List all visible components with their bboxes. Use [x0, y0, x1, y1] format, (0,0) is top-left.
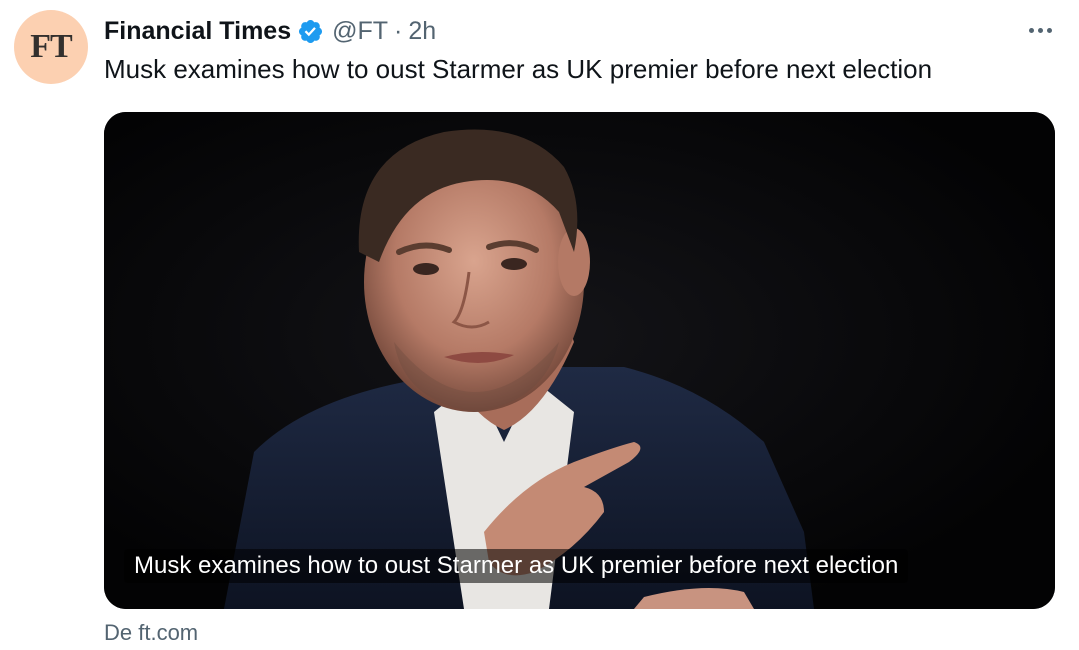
- verified-badge-icon: [299, 19, 323, 43]
- separator-dot: ·: [394, 16, 403, 45]
- account-name[interactable]: Financial Times: [104, 17, 291, 46]
- link-card[interactable]: Musk examines how to oust Starmer as UK …: [104, 112, 1055, 609]
- avatar-logo-text: FT: [30, 28, 72, 65]
- tweet-text: Musk examines how to oust Starmer as UK …: [104, 54, 933, 84]
- tweet-header: Financial Times @FT · 2h: [104, 14, 436, 48]
- card-image: [104, 112, 1055, 609]
- more-dot: [1046, 27, 1052, 33]
- account-handle[interactable]: @FT: [332, 17, 388, 46]
- more-options-icon[interactable]: [1020, 16, 1060, 44]
- timestamp[interactable]: 2h: [408, 17, 436, 46]
- avatar[interactable]: FT: [14, 10, 88, 84]
- tweet[interactable]: FT Financial Times @FT · 2h Musk examine…: [0, 0, 1079, 650]
- more-dot: [1028, 27, 1034, 33]
- card-source-link[interactable]: De ft.com: [104, 620, 198, 646]
- more-dot: [1037, 27, 1043, 33]
- card-caption: Musk examines how to oust Starmer as UK …: [124, 549, 909, 583]
